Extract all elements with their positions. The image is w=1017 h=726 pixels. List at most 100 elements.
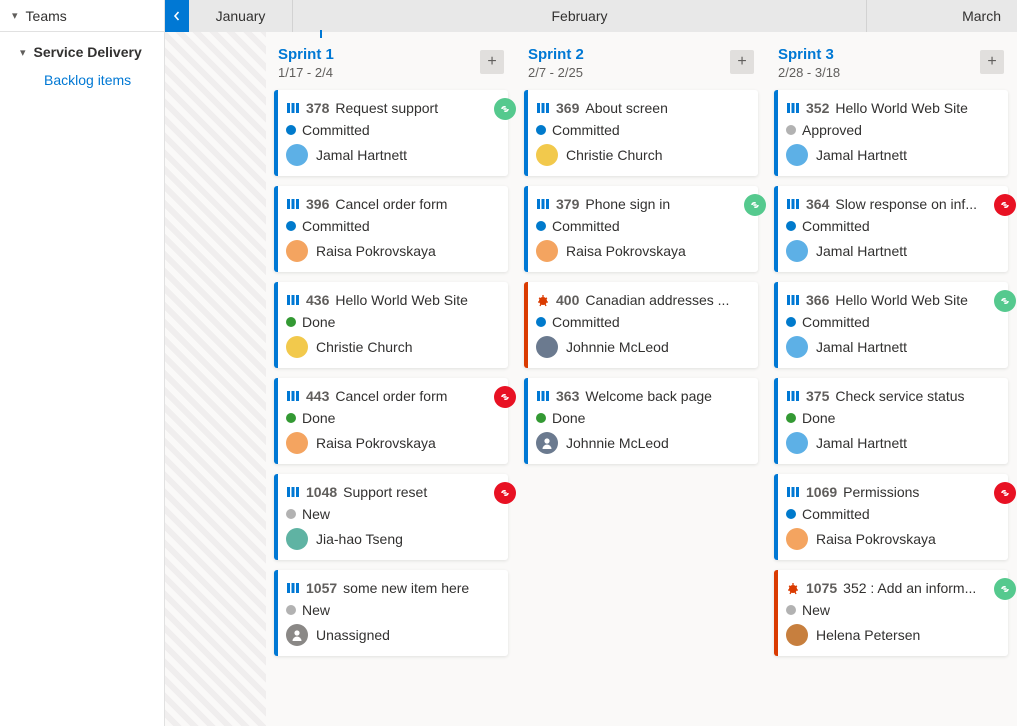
card-state: Done	[802, 410, 835, 426]
work-item-card[interactable]: 369 About screen Committed Christie Chur…	[524, 90, 758, 176]
link-badge-icon[interactable]	[994, 290, 1016, 312]
sprint-title[interactable]: Sprint 3	[778, 46, 840, 63]
link-badge-icon[interactable]	[494, 98, 516, 120]
card-id: 1048	[306, 484, 337, 500]
card-id: 443	[306, 388, 329, 404]
work-item-card[interactable]: 400 Canadian addresses ... Committed Joh…	[524, 282, 758, 368]
avatar	[286, 528, 308, 550]
work-item-card[interactable]: 378 Request support Committed Jamal Hart…	[274, 90, 508, 176]
work-item-card[interactable]: 1048 Support reset New Jia-hao Tseng	[274, 474, 508, 560]
card-id: 363	[556, 388, 579, 404]
work-item-card[interactable]: 1057 some new item here New Unassigned	[274, 570, 508, 656]
chevron-down-icon: ▾	[20, 46, 26, 59]
state-dot-icon	[536, 317, 546, 327]
card-id: 1057	[306, 580, 337, 596]
link-badge-icon[interactable]	[494, 482, 516, 504]
card-state-row: Committed	[786, 506, 998, 522]
avatar	[286, 144, 308, 166]
work-item-card[interactable]: 366 Hello World Web Site Committed Jamal…	[774, 282, 1008, 368]
card-state: New	[302, 506, 330, 522]
state-dot-icon	[786, 317, 796, 327]
work-item-card[interactable]: 375 Check service status Done Jamal Hart…	[774, 378, 1008, 464]
avatar	[286, 336, 308, 358]
work-item-card[interactable]: 1069 Permissions Committed Raisa Pokrovs…	[774, 474, 1008, 560]
link-badge-icon[interactable]	[494, 386, 516, 408]
timeline-month[interactable]: January	[189, 0, 293, 32]
pbi-icon	[786, 293, 800, 307]
team-group[interactable]: ▾ Service Delivery	[0, 32, 164, 66]
card-title-row: 1069 Permissions	[786, 484, 998, 500]
card-assignee: Jamal Hartnett	[816, 435, 907, 451]
card-state-row: New	[286, 602, 498, 618]
pbi-icon	[786, 485, 800, 499]
card-assignee: Christie Church	[316, 339, 412, 355]
backlog-items-link[interactable]: Backlog items	[0, 66, 164, 94]
card-assignee-row: Raisa Pokrovskaya	[286, 240, 498, 262]
state-dot-icon	[286, 221, 296, 231]
link-badge-icon[interactable]	[994, 194, 1016, 216]
card-title-row: 443 Cancel order form	[286, 388, 498, 404]
sprint-header: Sprint 1 1/17 - 2/4 +	[274, 46, 508, 80]
sprint-header: Sprint 2 2/7 - 2/25 +	[524, 46, 758, 80]
card-state-row: Done	[536, 410, 748, 426]
card-state: New	[802, 602, 830, 618]
unassigned-avatar-icon	[286, 624, 308, 646]
work-item-card[interactable]: 364 Slow response on inf... Committed Ja…	[774, 186, 1008, 272]
card-state-row: Done	[286, 314, 498, 330]
sprint-title[interactable]: Sprint 2	[528, 46, 584, 63]
card-state-row: Done	[786, 410, 998, 426]
card-title: Request support	[335, 100, 498, 116]
bug-icon	[536, 293, 550, 307]
work-item-card[interactable]: 352 Hello World Web Site Approved Jamal …	[774, 90, 1008, 176]
sprint-title[interactable]: Sprint 1	[278, 46, 334, 63]
card-title: Check service status	[835, 388, 998, 404]
state-dot-icon	[786, 221, 796, 231]
work-item-card[interactable]: 1075 352 : Add an inform... New Helena P…	[774, 570, 1008, 656]
state-dot-icon	[286, 413, 296, 423]
add-card-button[interactable]: +	[480, 50, 504, 74]
card-assignee-row: Jamal Hartnett	[286, 144, 498, 166]
card-title-row: 364 Slow response on inf...	[786, 196, 998, 212]
work-item-card[interactable]: 379 Phone sign in Committed Raisa Pokrov…	[524, 186, 758, 272]
card-assignee: Unassigned	[316, 627, 390, 643]
timeline: January February March	[165, 0, 1017, 32]
card-state: Committed	[552, 218, 620, 234]
work-item-card[interactable]: 443 Cancel order form Done Raisa Pokrovs…	[274, 378, 508, 464]
link-badge-icon[interactable]	[994, 578, 1016, 600]
card-state: Committed	[802, 506, 870, 522]
link-badge-icon[interactable]	[744, 194, 766, 216]
add-card-button[interactable]: +	[980, 50, 1004, 74]
card-state: Committed	[552, 122, 620, 138]
sprint-dates: 2/28 - 3/18	[778, 65, 840, 80]
card-assignee-row: Jamal Hartnett	[786, 144, 998, 166]
card-title: Cancel order form	[335, 196, 498, 212]
card-state-row: Committed	[536, 218, 748, 234]
chevron-down-icon: ▾	[12, 9, 18, 22]
card-state-row: New	[786, 602, 998, 618]
pbi-icon	[286, 581, 300, 595]
card-title-row: 400 Canadian addresses ...	[536, 292, 748, 308]
card-assignee: Raisa Pokrovskaya	[316, 243, 436, 259]
work-item-card[interactable]: 436 Hello World Web Site Done Christie C…	[274, 282, 508, 368]
teams-header[interactable]: ▾ Teams	[0, 0, 164, 32]
work-item-card[interactable]: 363 Welcome back page Done Johnnie McLeo…	[524, 378, 758, 464]
pbi-icon	[286, 485, 300, 499]
sprint-column: Sprint 3 2/28 - 3/18 + 352 Hello World W…	[766, 32, 1016, 726]
add-card-button[interactable]: +	[730, 50, 754, 74]
timeline-month[interactable]: February	[293, 0, 867, 32]
card-title-row: 396 Cancel order form	[286, 196, 498, 212]
state-dot-icon	[286, 317, 296, 327]
card-state-row: Committed	[536, 314, 748, 330]
timeline-month[interactable]: March	[867, 0, 1017, 32]
link-badge-icon[interactable]	[994, 482, 1016, 504]
card-state-row: Committed	[286, 122, 498, 138]
card-id: 1075	[806, 580, 837, 596]
pbi-icon	[286, 101, 300, 115]
state-dot-icon	[286, 125, 296, 135]
card-title-row: 1048 Support reset	[286, 484, 498, 500]
timeline-prev-button[interactable]	[165, 0, 189, 32]
avatar	[536, 336, 558, 358]
state-dot-icon	[536, 221, 546, 231]
avatar	[786, 624, 808, 646]
work-item-card[interactable]: 396 Cancel order form Committed Raisa Po…	[274, 186, 508, 272]
